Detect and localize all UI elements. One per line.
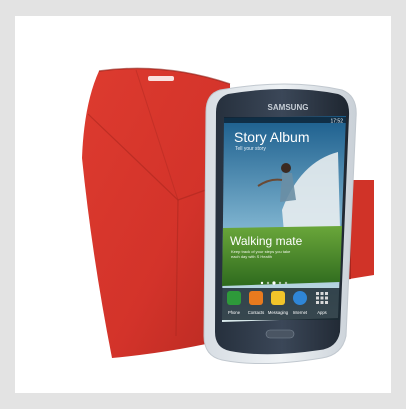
internet-icon [293,291,307,305]
product-photo: SAMSUNG 17:52 Story Album Tell your stor… [82,67,374,365]
contacts-icon [249,291,263,305]
home-button [265,329,295,339]
status-time: 17:52 [330,119,343,125]
story-album-title: Story Album [234,129,309,145]
messaging-icon [271,291,285,305]
status-bar [224,117,346,123]
brand-logo: SAMSUNG [268,103,309,112]
dock-label-apps: Apps [317,310,327,315]
walking-mate-subtitle-2: each day with S Health [231,254,272,259]
dock-label-internet: Internet [293,310,308,315]
woman-figure [281,163,291,173]
walking-mate-title: Walking mate [230,234,303,248]
earpiece-cutout [148,76,174,81]
home-screen: 17:52 Story Album Tell your story Walkin… [222,116,346,322]
dock-label-phone: Phone [228,310,241,315]
dock-label-messaging: Messaging [268,310,289,315]
dock-label-contacts: Contacts [248,310,265,315]
dock-phone[interactable]: Phone [227,291,241,315]
dock-contacts[interactable]: Contacts [248,291,265,315]
phone-icon [227,291,241,305]
apps-icon [316,292,328,304]
phone: SAMSUNG 17:52 Story Album Tell your stor… [215,89,350,355]
story-album-subtitle: Tell your story [235,146,266,152]
